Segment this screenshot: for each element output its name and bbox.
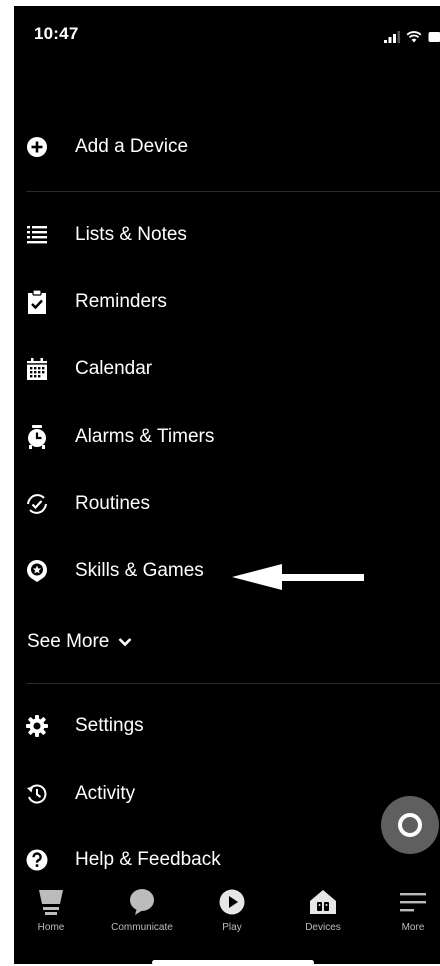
add-circle-icon [25,135,49,159]
menu-item-alarms-timers[interactable]: Alarms & Timers [14,412,440,462]
tab-label: Communicate [111,922,173,933]
menu-item-calendar[interactable]: Calendar [14,344,440,394]
menu-item-reminders[interactable]: Reminders [14,277,440,327]
see-more-label: See More [27,631,110,652]
status-time: 10:47 [34,24,79,43]
tab-label: Devices [305,922,341,933]
bottom-tab-bar: Home Communicate Play Devices More [14,874,440,964]
menu-item-label: Lists & Notes [75,224,187,245]
status-bar: 10:47 [14,6,440,66]
tab-communicate[interactable]: Communicate [102,874,182,944]
list-icon [25,223,49,247]
menu-item-routines[interactable]: Routines [14,479,440,529]
help-icon [25,848,49,872]
signal-icon [384,31,400,43]
menu-item-label: Calendar [75,358,153,379]
tab-more[interactable]: More [373,874,440,944]
routines-icon [25,492,49,516]
tab-label: More [401,922,425,933]
tab-label: Home [37,922,65,933]
battery-icon [428,32,440,42]
menu-item-settings[interactable]: Settings [14,701,440,751]
alexa-voice-button[interactable] [381,796,439,854]
tab-devices[interactable]: Devices [283,874,363,944]
menu-item-label: Help & Feedback [75,849,221,870]
home-icon [37,888,65,916]
phone-screen: 10:47 Add a Device Lists & Notes Reminde… [14,6,440,964]
wifi-icon [406,31,422,43]
menu-icon [399,888,427,916]
reminder-clipboard-icon [25,290,49,314]
devices-icon [309,888,337,916]
history-icon [25,782,49,806]
play-icon [218,888,246,916]
menu-item-lists-notes[interactable]: Lists & Notes [14,210,440,260]
menu-item-label: Settings [75,715,144,736]
add-device-label: Add a Device [75,136,189,157]
divider [26,191,440,192]
gear-icon [25,714,49,738]
menu-item-label: Routines [75,493,150,514]
add-device-item[interactable]: Add a Device [14,122,440,172]
chevron-down-icon [118,638,132,647]
menu-item-label: Activity [75,783,136,804]
see-more-button[interactable]: See More [27,622,132,662]
alarm-clock-icon [25,425,49,449]
divider [26,683,440,684]
menu-item-label: Alarms & Timers [75,426,215,447]
home-indicator [152,960,314,964]
tab-label: Play [222,922,242,933]
menu-item-activity[interactable]: Activity [14,769,440,819]
alexa-icon [398,813,422,837]
menu-item-label: Skills & Games [75,560,204,581]
annotation-arrow-icon [232,564,364,590]
tab-play[interactable]: Play [192,874,272,944]
skills-icon [25,559,49,583]
chat-bubble-icon [128,888,156,916]
menu-item-label: Reminders [75,291,167,312]
calendar-icon [25,357,49,381]
menu-item-skills-games[interactable]: Skills & Games [14,546,440,596]
status-icons [384,30,440,44]
tab-home[interactable]: Home [14,874,91,944]
